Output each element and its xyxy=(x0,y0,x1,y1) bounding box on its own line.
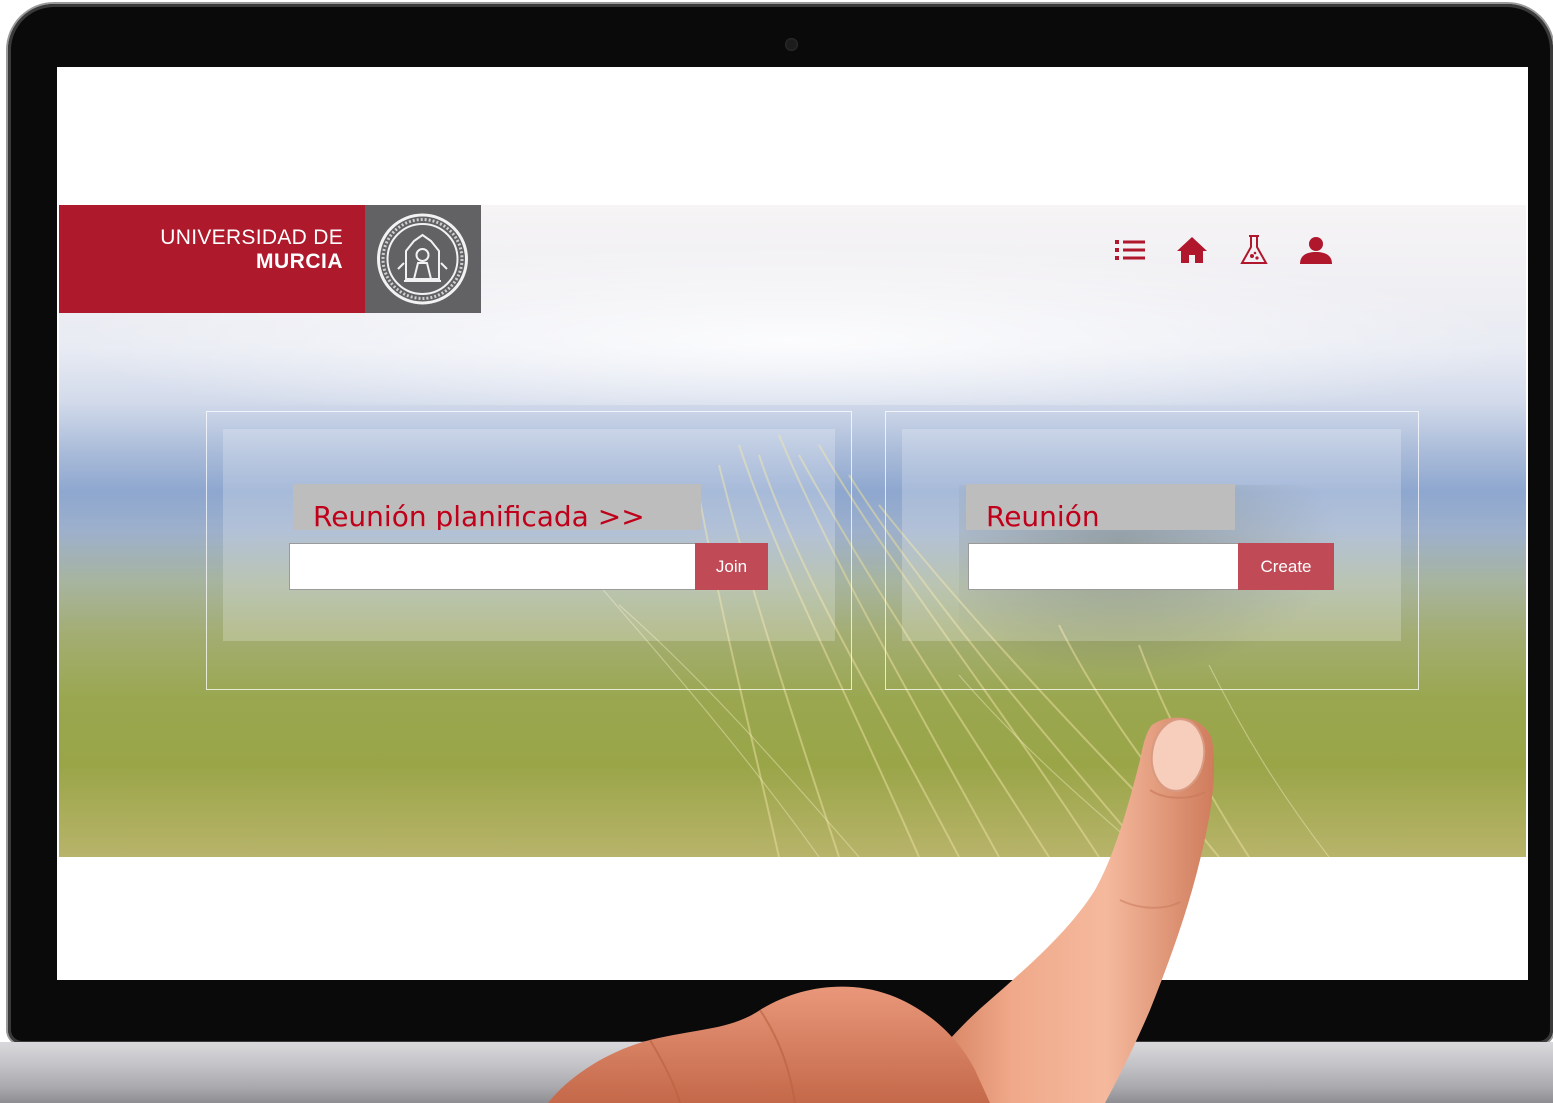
join-card-panel xyxy=(223,429,835,641)
university-logo[interactable]: UNIVERSIDAD DE MURCIA xyxy=(59,205,481,313)
menu-list-icon[interactable] xyxy=(1099,232,1161,268)
logo-line-1: UNIVERSIDAD DE xyxy=(160,226,343,249)
laptop-base xyxy=(0,1042,1553,1103)
join-card-title: Reunión planificada >> xyxy=(293,484,701,530)
home-icon[interactable] xyxy=(1161,232,1223,268)
create-button[interactable]: Create xyxy=(1238,543,1334,590)
user-icon[interactable] xyxy=(1285,232,1347,268)
meeting-id-input[interactable] xyxy=(289,543,696,590)
laptop-base-notch xyxy=(660,1042,893,1054)
screen: UNIVERSIDAD DE MURCIA Reunión planificad… xyxy=(57,67,1528,980)
logo-line-2: MURCIA xyxy=(256,250,343,273)
meeting-name-input[interactable] xyxy=(968,543,1239,590)
top-nav xyxy=(1099,232,1347,268)
create-card-panel xyxy=(902,429,1401,641)
hero-background: UNIVERSIDAD DE MURCIA Reunión planificad… xyxy=(59,205,1526,857)
join-button[interactable]: Join xyxy=(695,543,768,590)
webcam xyxy=(785,38,798,51)
seal-icon xyxy=(377,213,468,305)
university-seal xyxy=(365,205,481,313)
create-card-title: Reunión xyxy=(966,484,1235,530)
logo-wordmark: UNIVERSIDAD DE MURCIA xyxy=(59,205,365,313)
flask-icon[interactable] xyxy=(1223,232,1285,268)
